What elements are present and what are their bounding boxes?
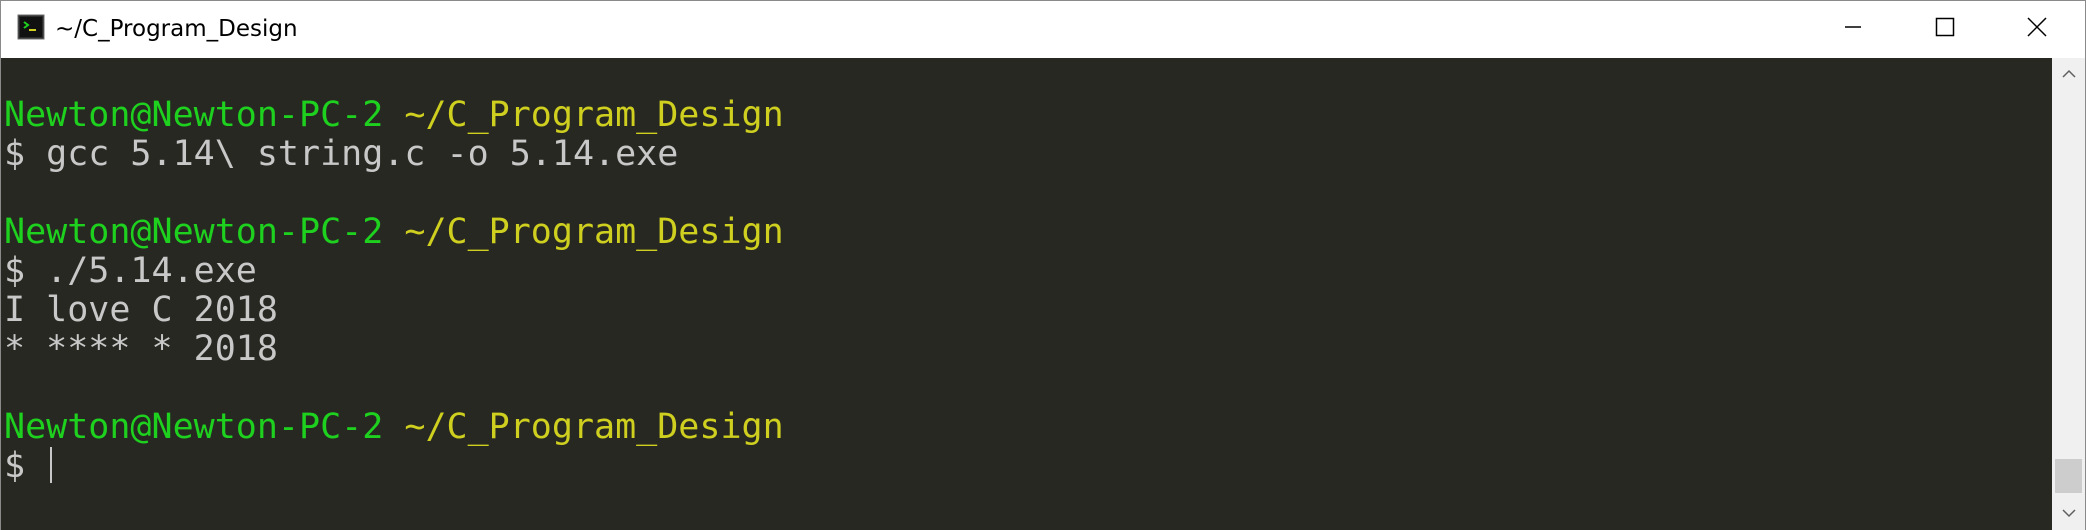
terminal-window: ~/C_Program_Design Newton@Newton-PC-2 ~/… bbox=[0, 0, 2086, 530]
minimize-icon bbox=[1844, 18, 1862, 41]
scroll-up-button[interactable] bbox=[2052, 58, 2085, 91]
maximize-icon bbox=[1935, 17, 1955, 42]
output-line: * **** * 2018 bbox=[4, 329, 278, 369]
text-cursor bbox=[50, 447, 53, 483]
prompt-user-host: Newton@Newton-PC-2 bbox=[4, 95, 384, 135]
close-icon bbox=[2027, 17, 2047, 42]
prompt-path: ~/C_Program_Design bbox=[404, 212, 784, 252]
scroll-thumb[interactable] bbox=[2055, 459, 2082, 493]
output-line: I love C 2018 bbox=[4, 290, 278, 330]
prompt-path: ~/C_Program_Design bbox=[404, 407, 784, 447]
scroll-down-button[interactable] bbox=[2052, 497, 2085, 530]
prompt-line: Newton@Newton-PC-2 ~/C_Program_Design bbox=[4, 213, 784, 252]
prompt-symbol: $ bbox=[4, 446, 47, 486]
window-title: ~/C_Program_Design bbox=[55, 16, 298, 42]
maximize-button[interactable] bbox=[1899, 1, 1991, 58]
minimize-button[interactable] bbox=[1807, 1, 1899, 58]
scroll-up-arrow-icon bbox=[2061, 66, 2076, 84]
input-line[interactable]: $ bbox=[4, 446, 53, 486]
scroll-down-arrow-icon bbox=[2061, 505, 2076, 523]
command-line: $ ./5.14.exe bbox=[4, 251, 257, 291]
terminal-icon bbox=[17, 14, 45, 40]
prompt-user-host: Newton@Newton-PC-2 bbox=[4, 212, 384, 252]
prompt-line: Newton@Newton-PC-2 ~/C_Program_Design bbox=[4, 408, 784, 447]
command-line: $ gcc 5.14\ string.c -o 5.14.exe bbox=[4, 134, 679, 174]
prompt-user-host: Newton@Newton-PC-2 bbox=[4, 407, 384, 447]
vertical-scrollbar[interactable] bbox=[2052, 58, 2085, 530]
prompt-path: ~/C_Program_Design bbox=[404, 95, 784, 135]
title-bar[interactable]: ~/C_Program_Design bbox=[1, 1, 2085, 58]
terminal-output[interactable]: Newton@Newton-PC-2 ~/C_Program_Design $ … bbox=[1, 58, 2052, 530]
prompt-line: Newton@Newton-PC-2 ~/C_Program_Design bbox=[4, 96, 784, 135]
close-button[interactable] bbox=[1991, 1, 2083, 58]
